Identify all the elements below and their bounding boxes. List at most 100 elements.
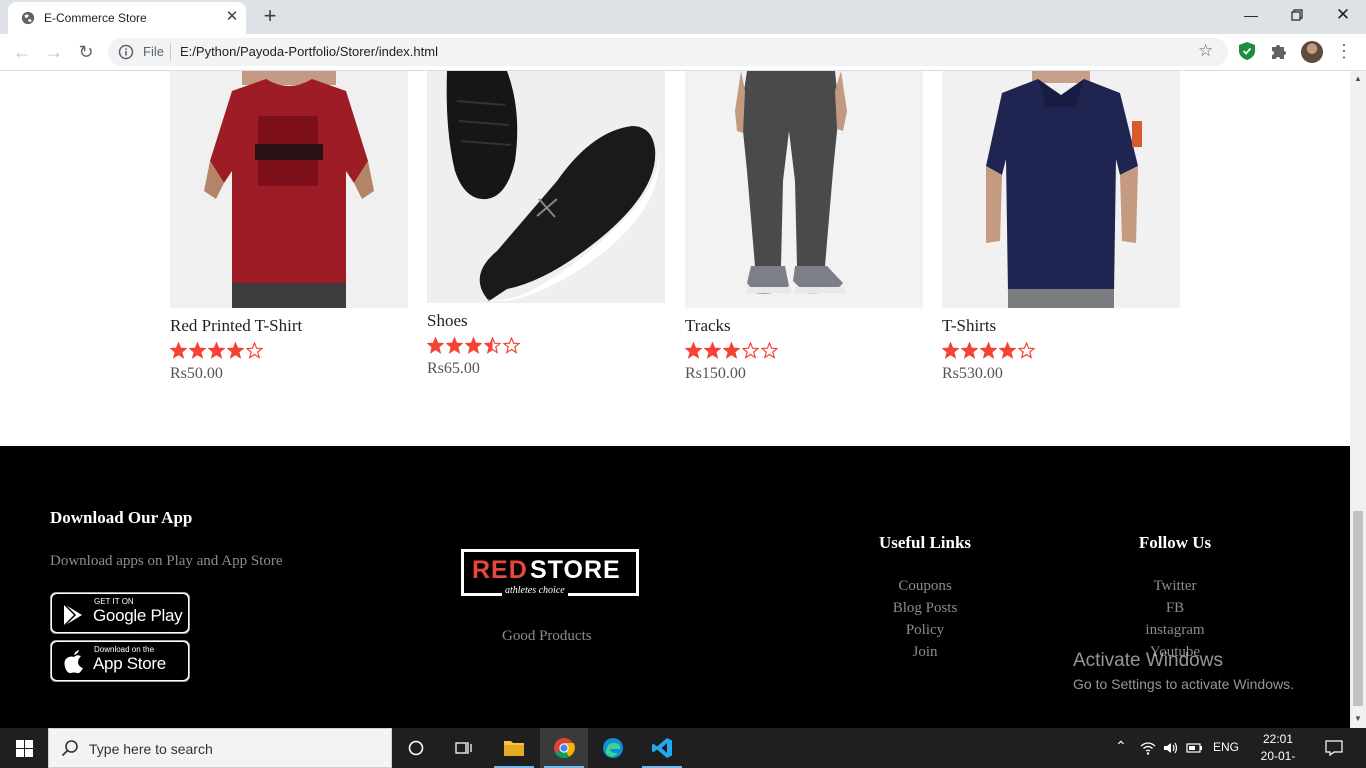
tracks-image (685, 71, 923, 308)
star-filled-icon (227, 342, 244, 359)
star-filled-icon (465, 337, 482, 354)
star-empty-icon (503, 337, 520, 354)
footer-link-blog-posts[interactable]: Blog Posts (860, 597, 990, 619)
scroll-up-arrow-icon[interactable]: ▲ (1354, 74, 1362, 83)
taskbar-search-placeholder: Type here to search (89, 741, 213, 757)
star-empty-icon (1018, 342, 1035, 359)
browser-menu-icon[interactable]: ⋮ (1335, 40, 1353, 64)
shield-icon[interactable] (1239, 42, 1255, 60)
task-view-button[interactable] (440, 728, 488, 768)
star-empty-icon (742, 342, 759, 359)
useful-links-heading: Useful Links (878, 533, 972, 552)
wifi-icon[interactable] (1140, 740, 1156, 756)
activate-windows-title: Activate Windows (1073, 650, 1223, 671)
windows-start-icon[interactable] (16, 740, 33, 757)
search-icon (61, 740, 78, 757)
restore-button[interactable] (1274, 0, 1320, 32)
logo-tagline: athletes choice (502, 585, 568, 596)
product-name[interactable]: Shoes (427, 311, 468, 331)
close-tab-icon[interactable]: ✕ (224, 9, 240, 25)
logo-red-text: RED (472, 556, 528, 584)
url-scheme-label: File (143, 44, 164, 59)
product-rating (170, 342, 265, 360)
cortana-circle-icon (408, 740, 424, 756)
taskbar-search-box[interactable]: Type here to search (48, 728, 392, 768)
show-hidden-icons-chevron-icon[interactable]: ⌃ (1115, 738, 1127, 755)
profile-avatar[interactable] (1301, 41, 1323, 63)
product-rating (427, 337, 522, 355)
footer-link-coupons[interactable]: Coupons (860, 575, 990, 597)
app-store-big-text: App Store (93, 654, 166, 673)
footer-link-twitter[interactable]: Twitter (1110, 575, 1240, 597)
follow-us-column: Follow Us Twitter FB instagram Youtube (1110, 533, 1240, 663)
edge-taskbar-button[interactable] (589, 728, 637, 768)
close-window-button[interactable]: ✕ (1320, 0, 1366, 32)
language-indicator[interactable]: ENG (1213, 740, 1239, 754)
task-view-icon (455, 742, 472, 754)
chrome-icon (554, 738, 575, 759)
google-play-button[interactable]: GET IT ON Google Play (50, 592, 190, 634)
star-filled-icon (427, 337, 444, 354)
star-half-icon (484, 337, 501, 354)
scrollbar-thumb[interactable] (1353, 511, 1363, 706)
extensions-puzzle-icon[interactable] (1270, 42, 1288, 60)
activate-windows-subtitle: Go to Settings to activate Windows. (1073, 676, 1294, 692)
info-icon[interactable] (118, 44, 134, 60)
bookmark-star-icon[interactable]: ☆ (1198, 41, 1213, 61)
google-play-icon (63, 603, 82, 627)
edge-icon (603, 738, 623, 758)
address-bar[interactable]: File E:/Python/Payoda-Portfolio/Storer/i… (108, 38, 1228, 66)
tab-bar: E-Commerce Store ✕ + — ✕ (0, 0, 1366, 34)
footer-link-instagram[interactable]: instagram (1110, 619, 1240, 641)
star-filled-icon (723, 342, 740, 359)
footer-link-fb[interactable]: FB (1110, 597, 1240, 619)
google-play-small-text: GET IT ON (94, 597, 134, 606)
url-text[interactable]: E:/Python/Payoda-Portfolio/Storer/index.… (180, 44, 438, 59)
app-store-button[interactable]: Download on the App Store (50, 640, 190, 682)
browser-tab[interactable]: E-Commerce Store ✕ (8, 2, 246, 34)
back-button[interactable]: ← (8, 38, 36, 66)
taskbar-clock[interactable]: 22:01 20-01-2021 (1250, 731, 1306, 768)
download-app-heading: Download Our App (50, 508, 193, 527)
scroll-down-arrow-icon[interactable]: ▼ (1354, 714, 1362, 723)
cortana-button[interactable] (392, 728, 440, 768)
reload-button[interactable]: ↻ (72, 38, 100, 66)
product-rating (942, 342, 1037, 360)
new-tab-button[interactable]: + (258, 4, 282, 28)
notification-center-icon[interactable] (1325, 740, 1343, 756)
vscode-taskbar-button[interactable] (638, 728, 686, 768)
product-rating (685, 342, 780, 360)
redstore-logo[interactable]: RED STORE athletes choice (461, 549, 639, 596)
file-explorer-button[interactable] (490, 728, 538, 768)
product-image[interactable] (942, 71, 1180, 308)
volume-icon[interactable] (1163, 740, 1179, 756)
logo-white-text: STORE (530, 556, 621, 584)
product-image[interactable] (427, 71, 665, 303)
star-filled-icon (980, 342, 997, 359)
product-name[interactable]: T-Shirts (942, 316, 996, 336)
footer-link-join[interactable]: Join (860, 641, 990, 663)
chrome-taskbar-button[interactable] (540, 728, 588, 768)
tab-title: E-Commerce Store (44, 11, 147, 25)
star-filled-icon (170, 342, 187, 359)
product-name[interactable]: Tracks (685, 316, 731, 336)
product-name[interactable]: Red Printed T-Shirt (170, 316, 302, 336)
page-scrollbar[interactable]: ▲ ▼ (1350, 71, 1366, 728)
minimize-button[interactable]: — (1228, 0, 1274, 32)
footer-tagline: Good Products (502, 628, 592, 644)
product-price: Rs65.00 (427, 360, 480, 377)
star-empty-icon (246, 342, 263, 359)
product-image[interactable] (685, 71, 923, 308)
star-empty-icon (761, 342, 778, 359)
navy-polo-image (942, 71, 1180, 308)
page-viewport: Red Printed T-Shirt Rs50.00 Shoes Rs65.0… (0, 71, 1350, 728)
forward-button[interactable]: → (40, 38, 68, 66)
apple-icon (64, 650, 83, 674)
useful-links-column: Useful Links Coupons Blog Posts Policy J… (860, 533, 990, 663)
google-play-big-text: Google Play (93, 606, 183, 625)
clock-date: 20-01-2021 (1260, 749, 1296, 768)
product-image[interactable] (170, 71, 408, 308)
battery-power-icon[interactable] (1186, 740, 1204, 756)
footer-link-policy[interactable]: Policy (860, 619, 990, 641)
product-price: Rs530.00 (942, 365, 1003, 382)
